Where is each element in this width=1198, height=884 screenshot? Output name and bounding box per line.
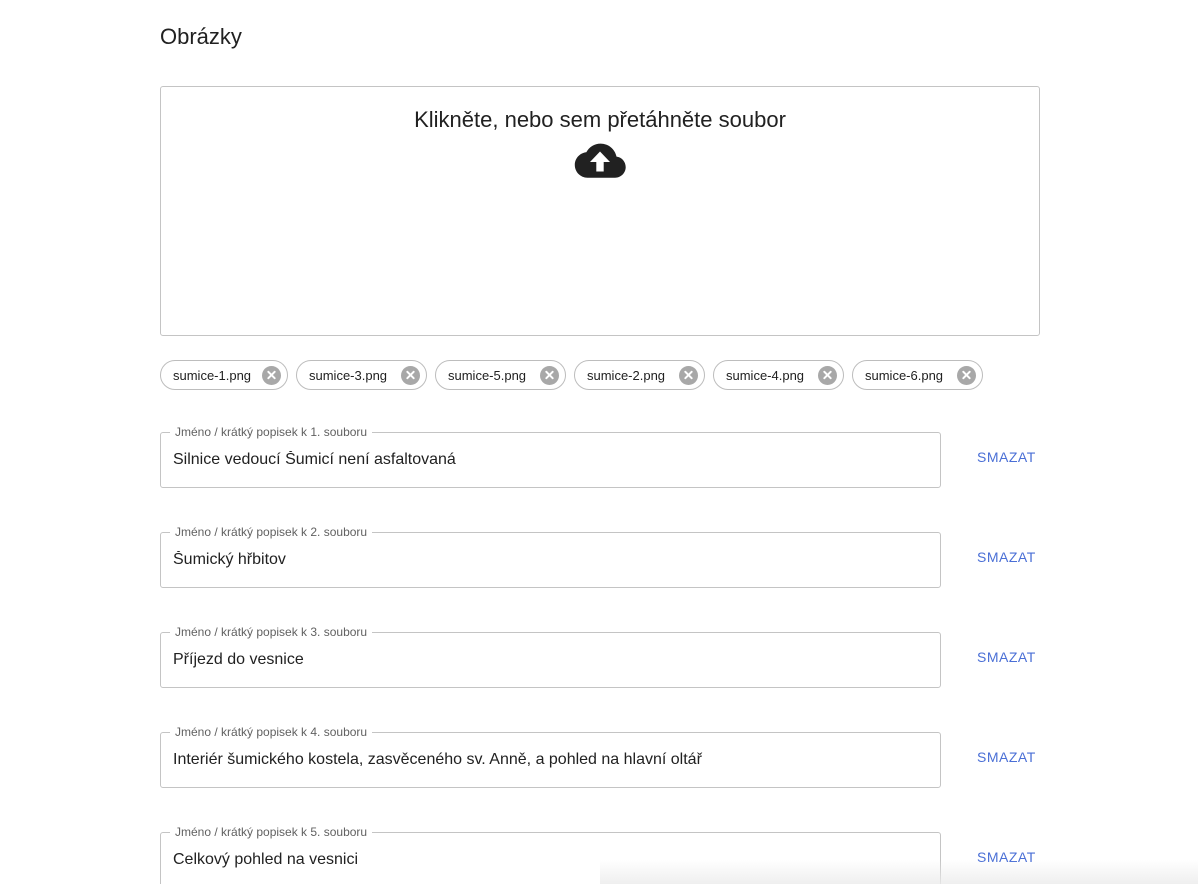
file-chip: sumice-5.png [435,360,566,390]
file-chip: sumice-2.png [574,360,705,390]
caption-field: Jméno / krátký popisek k 5. souboru [160,825,941,884]
caption-input[interactable] [173,549,928,571]
caption-field-label: Jméno / krátký popisek k 2. souboru [170,525,373,539]
file-chip-label: sumice-5.png [448,367,527,383]
delete-caption-button[interactable]: SMAZAT [968,845,1045,869]
file-chip-label: sumice-6.png [865,367,944,383]
file-chip-label: sumice-4.png [726,367,805,383]
caption-row: Jméno / krátký popisek k 5. souboru SMAZ… [160,825,1040,884]
file-chip-label: sumice-3.png [309,367,388,383]
dropzone-label: Klikněte, nebo sem přetáhněte soubor [414,107,786,132]
caption-field-label: Jméno / krátký popisek k 1. souboru [170,425,373,439]
file-chip-label: sumice-1.png [173,367,252,383]
delete-caption-button[interactable]: SMAZAT [968,545,1045,569]
remove-file-icon[interactable] [401,365,420,385]
remove-file-icon[interactable] [540,365,559,385]
caption-input[interactable] [173,849,928,871]
caption-field: Jméno / krátký popisek k 2. souboru [160,525,941,588]
caption-row: Jméno / krátký popisek k 2. souboru SMAZ… [160,525,1040,588]
caption-field-label: Jméno / krátký popisek k 4. souboru [170,725,373,739]
file-chip: sumice-1.png [160,360,288,390]
file-chip: sumice-6.png [852,360,983,390]
caption-input[interactable] [173,649,928,671]
caption-row: Jméno / krátký popisek k 4. souboru SMAZ… [160,725,1040,788]
caption-input[interactable] [173,749,928,771]
caption-row: Jméno / krátký popisek k 1. souboru SMAZ… [160,425,1040,488]
caption-row: Jméno / krátký popisek k 3. souboru SMAZ… [160,625,1040,688]
delete-caption-button[interactable]: SMAZAT [968,745,1045,769]
caption-field: Jméno / krátký popisek k 1. souboru [160,425,941,488]
section-title: Obrázky [160,24,242,49]
delete-caption-button[interactable]: SMAZAT [968,645,1045,669]
caption-field-label: Jméno / krátký popisek k 3. souboru [170,625,373,639]
file-chip: sumice-4.png [713,360,844,390]
caption-input[interactable] [173,449,928,471]
remove-file-icon[interactable] [679,365,698,385]
file-dropzone[interactable]: Klikněte, nebo sem přetáhněte soubor [160,86,1040,336]
delete-caption-button[interactable]: SMAZAT [968,445,1045,469]
caption-field: Jméno / krátký popisek k 3. souboru [160,625,941,688]
caption-field: Jméno / krátký popisek k 4. souboru [160,725,941,788]
file-chip: sumice-3.png [296,360,427,390]
cloud-upload-icon [574,143,626,178]
page: Obrázky Klikněte, nebo sem přetáhněte so… [0,0,1198,884]
file-chip-label: sumice-2.png [587,367,666,383]
caption-field-label: Jméno / krátký popisek k 5. souboru [170,825,373,839]
remove-file-icon[interactable] [262,365,281,385]
remove-file-icon[interactable] [957,365,976,385]
remove-file-icon[interactable] [818,365,837,385]
